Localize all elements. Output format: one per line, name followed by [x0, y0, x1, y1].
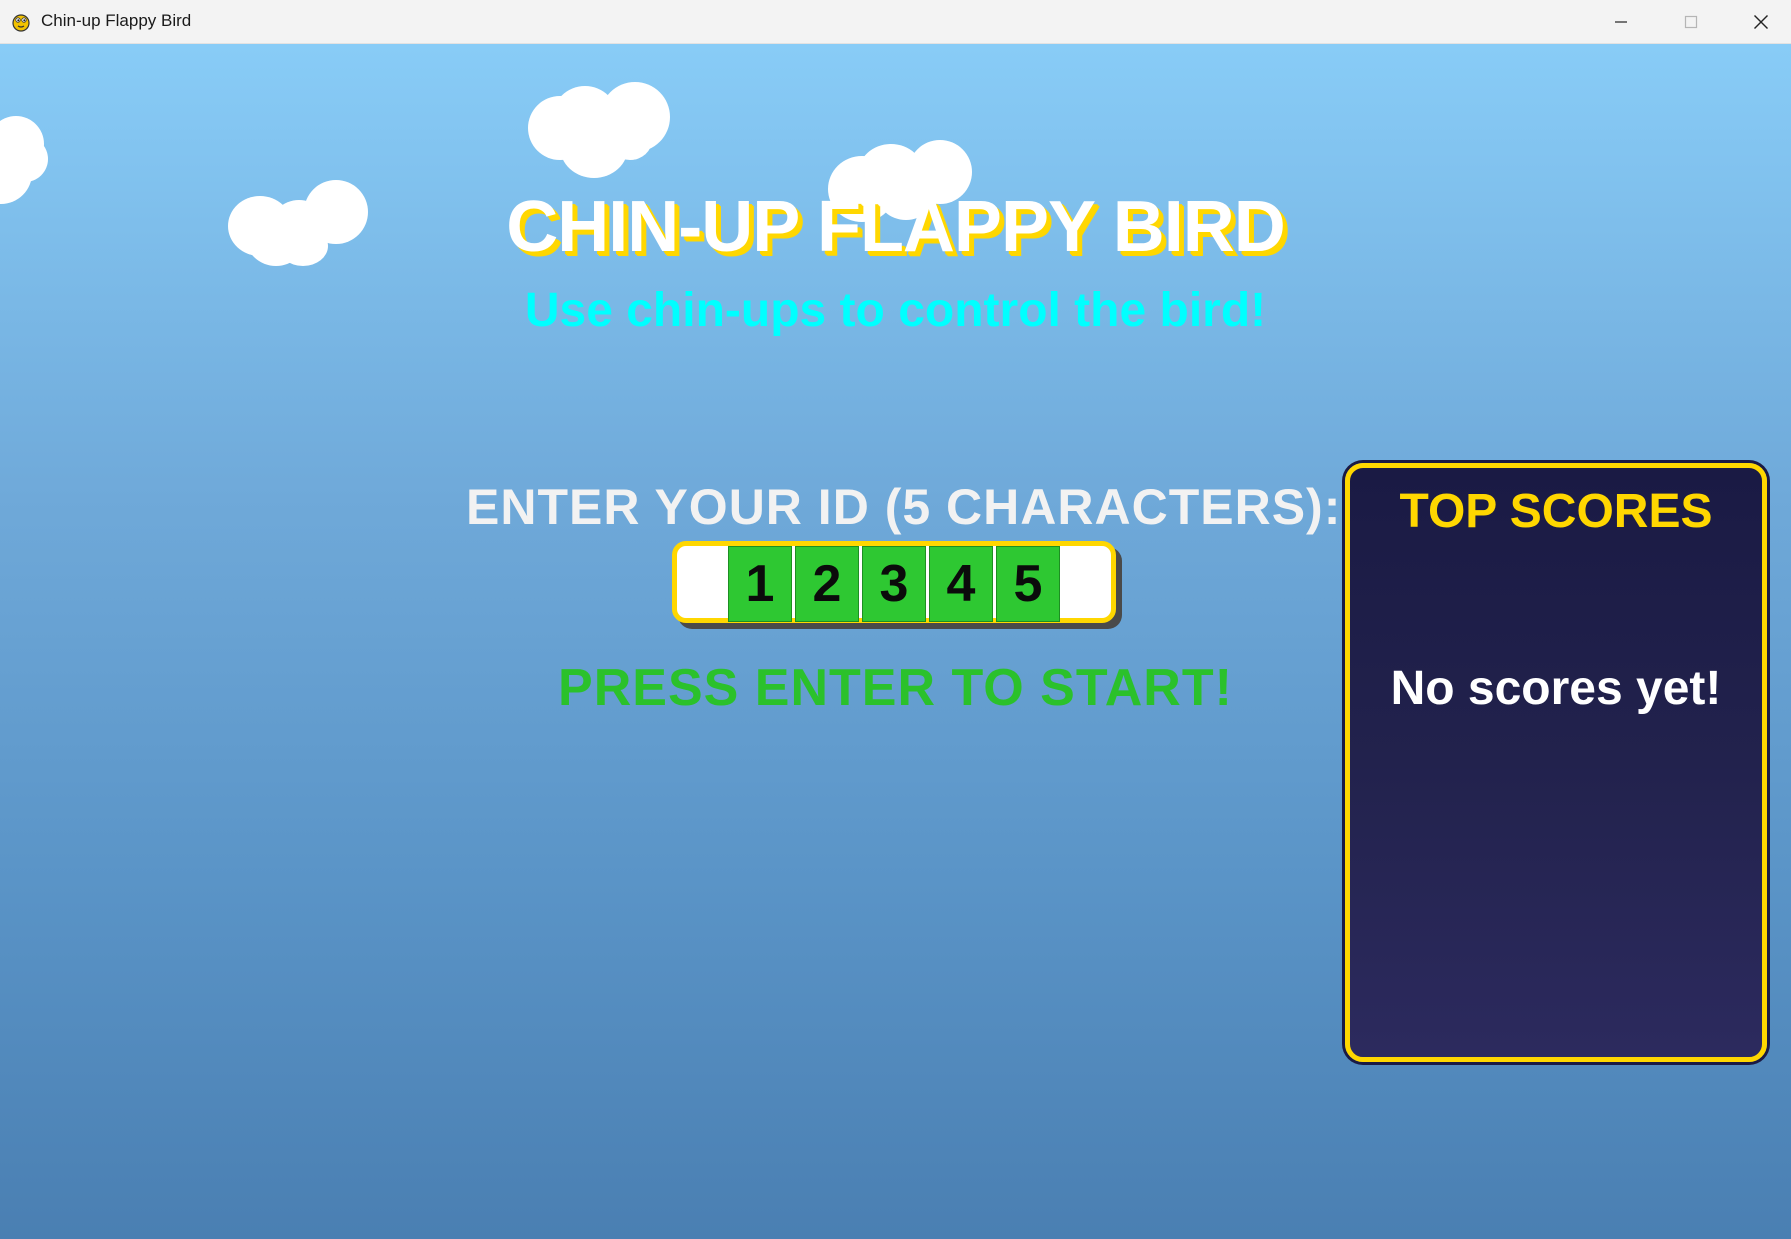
- cloud: [528, 82, 672, 186]
- no-scores-message: No scores yet!: [1390, 662, 1722, 715]
- top-scores-title: TOP SCORES: [1399, 485, 1713, 538]
- game-title-container: CHIN-UP FLAPPY BIRD: [0, 186, 1791, 267]
- game-subtitle-container: Use chin-ups to control the bird!: [0, 283, 1791, 338]
- pygame-snake-icon: [9, 9, 33, 33]
- id-char-cell: 2: [795, 546, 859, 622]
- window-titlebar: Chin-up Flappy Bird: [0, 0, 1791, 44]
- game-subtitle: Use chin-ups to control the bird!: [524, 284, 1267, 337]
- id-char-cell: 4: [929, 546, 993, 622]
- id-char-cell: 5: [996, 546, 1060, 622]
- id-char-cell: 3: [862, 546, 926, 622]
- minimize-icon: [1614, 15, 1628, 29]
- id-char-cell: 1: [728, 546, 792, 622]
- window-title: Chin-up Flappy Bird: [41, 11, 192, 30]
- start-prompt: PRESS ENTER TO START!: [558, 659, 1233, 717]
- top-scores-panel: TOP SCORES No scores yet!: [1345, 463, 1767, 1062]
- id-prompt: ENTER YOUR ID (5 CHARACTERS):: [466, 479, 1342, 535]
- close-button[interactable]: [1726, 0, 1791, 43]
- minimize-button[interactable]: [1586, 0, 1656, 43]
- maximize-button[interactable]: [1656, 0, 1726, 43]
- maximize-icon: [1684, 15, 1698, 29]
- game-canvas[interactable]: CHIN-UP FLAPPY BIRD Use chin-ups to cont…: [0, 44, 1791, 1239]
- game-title: CHIN-UP FLAPPY BIRD: [506, 187, 1285, 267]
- close-icon: [1753, 14, 1769, 30]
